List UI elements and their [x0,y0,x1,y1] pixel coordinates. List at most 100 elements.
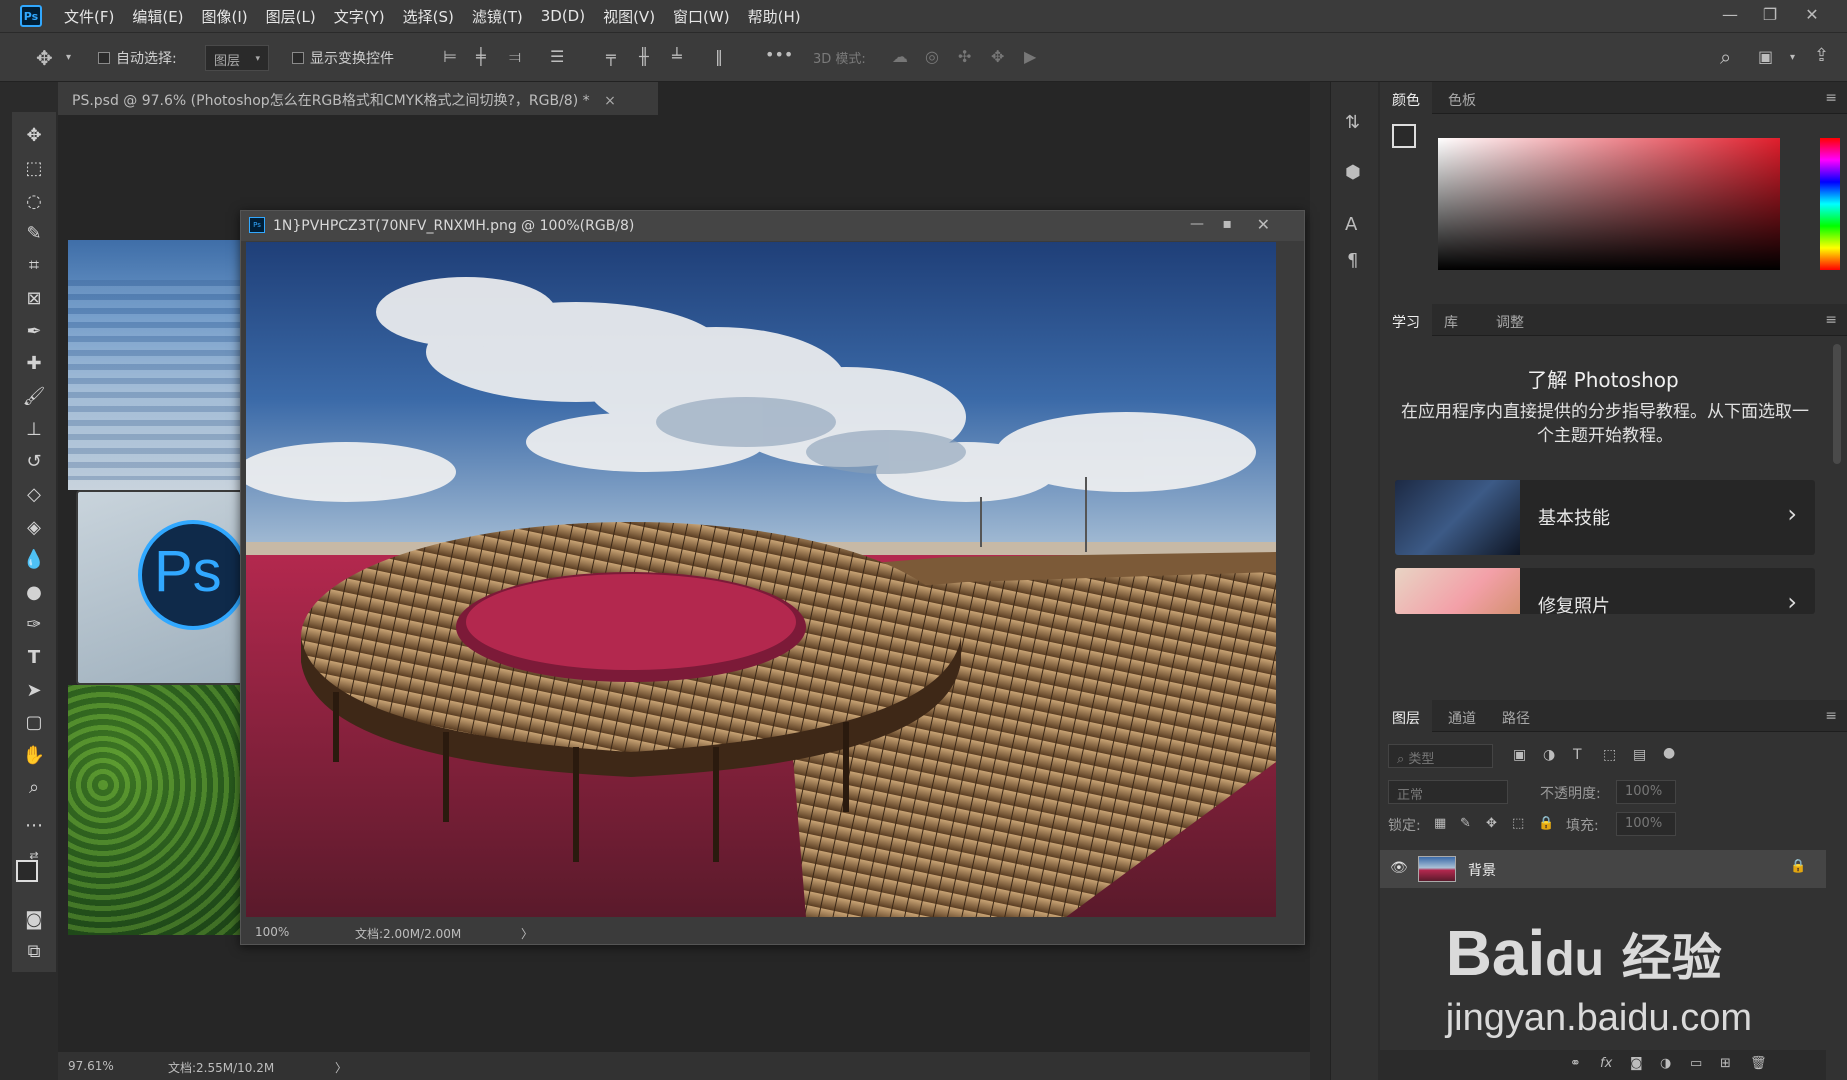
lock-all-icon[interactable]: 🔒 [1538,817,1554,830]
menu-help[interactable]: 帮助(H) [748,6,801,27]
layer-row-background[interactable]: 👁 背景 🔒 [1380,850,1826,888]
history-brush-tool-icon[interactable]: ↺ [12,446,56,476]
adjustment-layer-icon[interactable]: ◑ [1660,1057,1671,1070]
panel-menu-icon[interactable]: ≡ [1825,90,1837,106]
menu-type[interactable]: 文字(Y) [334,6,385,27]
layer-name[interactable]: 背景 [1468,860,1496,880]
filter-toggle-icon[interactable]: ● [1663,746,1675,760]
menu-edit[interactable]: 编辑(E) [132,6,183,27]
delete-layer-icon[interactable]: 🗑 [1750,1057,1767,1070]
tab-learn[interactable]: 学习 [1380,304,1432,336]
history-panel-icon[interactable]: ⇅ [1345,114,1360,132]
quick-mask-icon[interactable]: ◙ [12,904,56,934]
tab-adjustments[interactable]: 调整 [1484,304,1536,336]
learn-card-basic-skills[interactable]: 基本技能 › [1395,480,1815,555]
search-icon[interactable]: ⌕ [1720,47,1731,67]
menu-select[interactable]: 选择(S) [403,6,454,27]
panel-menu-icon[interactable]: ≡ [1825,312,1837,328]
show-transform-checkbox[interactable]: 显示变换控件 [292,48,394,68]
dodge-tool-icon[interactable]: ● [12,577,56,607]
character-panel-icon[interactable]: A [1345,216,1357,234]
healing-brush-tool-icon[interactable]: ✚ [12,348,56,378]
stamp-tool-icon[interactable]: ⊥ [12,414,56,444]
distribute-h-icon[interactable]: ☰ [550,49,564,65]
filter-adjustment-icon[interactable]: ◑ [1543,748,1555,762]
layer-mask-icon[interactable]: ◙ [1630,1057,1643,1070]
tab-channels[interactable]: 通道 [1436,700,1488,732]
tab-color[interactable]: 颜色 [1380,82,1432,114]
paragraph-panel-icon[interactable]: ¶ [1347,252,1358,270]
move-tool-icon[interactable]: ✥ [12,120,56,150]
float-status-menu-arrow[interactable]: 〉 [521,925,533,942]
3d-scale-icon[interactable]: ▶ [1024,49,1036,65]
close-icon[interactable]: ✕ [1257,215,1270,234]
edit-toolbar-icon[interactable]: ⋯ [12,810,56,840]
brush-tool-icon[interactable]: 🖌 [12,381,56,411]
align-middle-icon[interactable]: ╫ [639,49,649,65]
lock-transparent-icon[interactable]: ▦ [1434,817,1446,830]
filter-pixel-icon[interactable]: ▣ [1513,748,1526,762]
panel-menu-icon[interactable]: ≡ [1825,708,1837,724]
new-group-icon[interactable]: ▭ [1690,1057,1702,1070]
frame-tool-icon[interactable]: ⊠ [12,283,56,313]
restore-icon[interactable]: ❐ [1748,0,1792,28]
opacity-field[interactable]: 100% [1616,780,1676,804]
tab-libraries[interactable]: 库 [1432,304,1470,336]
eyedropper-tool-icon[interactable]: ✒ [12,316,56,346]
align-top-icon[interactable]: ╤ [606,49,616,65]
minimize-icon[interactable]: — [1708,0,1752,28]
minimize-icon[interactable]: — [1190,216,1204,232]
3d-roll-icon[interactable]: ◎ [925,49,939,65]
tab-paths[interactable]: 路径 [1490,700,1542,732]
align-center-h-icon[interactable]: ╪ [476,49,486,65]
menu-image[interactable]: 图像(I) [202,6,248,27]
close-icon[interactable]: ✕ [1790,0,1834,28]
auto-select-dropdown[interactable]: 图层 ▾ [205,45,269,71]
document-tab[interactable]: PS.psd @ 97.6% (Photoshop怎么在RGB格式和CMYK格式… [58,82,658,115]
auto-select-checkbox[interactable]: 自动选择: [98,48,177,68]
zoom-level[interactable]: 97.61% [68,1059,114,1073]
menu-layer[interactable]: 图层(L) [266,6,316,27]
filter-shape-icon[interactable]: ⬚ [1603,748,1616,762]
3d-orbit-icon[interactable]: ☁ [892,49,908,65]
status-menu-arrow[interactable]: 〉 [335,1059,347,1076]
menu-file[interactable]: 文件(F) [64,6,114,27]
layer-lock-icon[interactable]: 🔒 [1790,859,1806,874]
chevron-down-icon[interactable]: ▾ [66,53,71,63]
foreground-color-swatch[interactable] [16,860,38,882]
background-canvas[interactable]: Ps [68,240,243,935]
lock-image-icon[interactable]: ✎ [1460,817,1471,830]
3d-slide-icon[interactable]: ✥ [991,49,1004,65]
link-layers-icon[interactable]: ⚭ [1570,1057,1581,1070]
blend-mode-dropdown[interactable]: 正常 [1388,780,1508,804]
color-picker-field[interactable] [1438,138,1780,270]
3d-panel-icon[interactable]: ⬢ [1345,164,1361,182]
new-layer-icon[interactable]: ⊞ [1720,1057,1731,1070]
layer-style-icon[interactable]: fx [1600,1057,1612,1070]
float-zoom-level[interactable]: 100% [255,925,289,939]
hue-slider[interactable] [1820,138,1840,270]
blur-tool-icon[interactable]: 💧 [12,544,56,574]
distribute-v-icon[interactable]: ‖ [715,49,723,65]
move-tool-icon[interactable]: ✥ [36,48,53,68]
maximize-icon[interactable]: ▪ [1223,216,1233,232]
photoshop-logo-icon[interactable]: Ps [20,5,42,27]
document-canvas-photo[interactable] [246,242,1276,917]
align-bottom-icon[interactable]: ╧ [672,49,682,65]
floating-window-titlebar[interactable]: Ps 1N}PVHPCZ3T(70NFV_RNXMH.png @ 100%(RG… [241,211,1304,241]
floating-document-window[interactable]: Ps 1N}PVHPCZ3T(70NFV_RNXMH.png @ 100%(RG… [240,210,1305,945]
eraser-tool-icon[interactable]: ◇ [12,479,56,509]
hand-tool-icon[interactable]: ✋ [12,740,56,770]
lasso-tool-icon[interactable]: ◌ [12,186,56,216]
pen-tool-icon[interactable]: ✑ [12,609,56,639]
fill-field[interactable]: 100% [1616,812,1676,836]
layer-filter-dropdown[interactable]: ⌕ 类型 [1388,744,1493,768]
more-options-icon[interactable]: ••• [765,47,793,63]
zoom-tool-icon[interactable]: ⌕ [12,772,56,802]
lock-artboard-icon[interactable]: ⬚ [1512,817,1524,830]
learn-card-fix-photo[interactable]: 修复照片 › [1395,568,1815,614]
align-left-icon[interactable]: ⊨ [443,49,457,65]
tab-swatches[interactable]: 色板 [1436,82,1488,114]
lock-position-icon[interactable]: ✥ [1486,817,1497,830]
menu-filter[interactable]: 滤镜(T) [472,6,523,27]
